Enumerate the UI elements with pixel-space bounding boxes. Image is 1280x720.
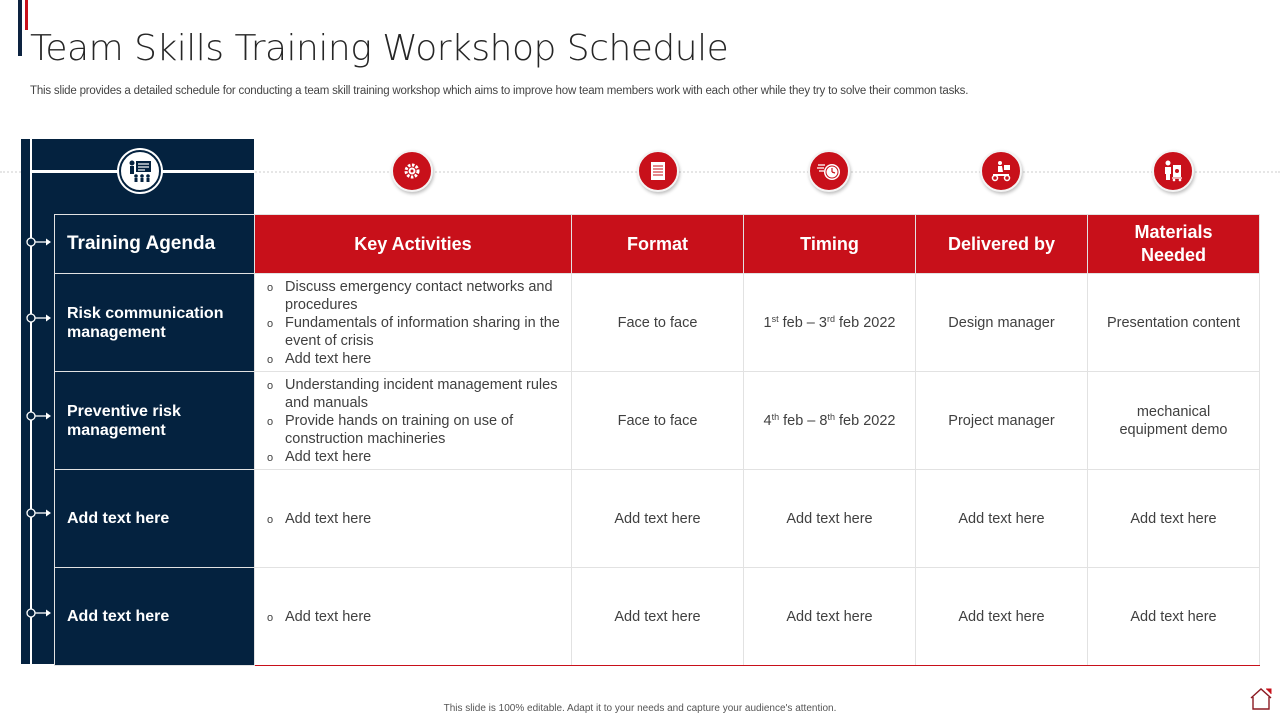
timing-cell: 4th feb – 8th feb 2022 [743,371,916,470]
delivered-by-cell: Add text here [915,469,1088,568]
column-header-training-agenda: Training Agenda [54,214,255,274]
schedule-table: Training Agenda Key Activities Format Ti… [54,214,1260,666]
bullet-icon: o [267,611,274,624]
activities-cell: o Add text here [254,567,572,666]
title-accent-bar-red [25,0,28,30]
activity-text: Add text here [285,510,372,527]
activity-text: Fundamentals of information sharing in t… [285,314,560,349]
timing-cell: Add text here [743,567,916,666]
timing-end-suffix: rd [826,313,835,324]
materials-cell: Presentation content [1087,273,1260,372]
timing-end-rest: feb 2022 [835,412,896,429]
list-item: o Add text here [267,608,563,626]
activities-cell: o Add text here [254,469,572,568]
timing-start-suffix: th [771,411,780,422]
timing-start-rest: feb – [778,314,819,331]
list-item: o Add text here [267,510,563,528]
agenda-cell: Preventive risk management [54,371,255,470]
delivery-scooter-icon [980,150,1022,192]
bullet-icon: o [267,317,274,330]
list-item: o Understanding incident management rules… [267,376,563,412]
format-cell: Face to face [571,273,744,372]
slide-title: Team Skills Training Workshop Schedule [30,28,729,69]
bullet-icon: o [267,353,274,366]
table-header-row: Training Agenda Key Activities Format Ti… [54,214,1260,274]
timing-end-day: 3 [818,314,827,331]
materials-cell: Add text here [1087,469,1260,568]
gear-icon [391,150,433,192]
activity-text: Discuss emergency contact networks and p… [285,278,553,313]
timing-start-day: 4 [763,412,772,429]
timeline-line [30,139,32,664]
timing-start-rest: feb – [779,412,820,429]
delivered-by-cell: Design manager [915,273,1088,372]
activity-text: Add text here [285,448,372,465]
delivered-by-cell: Project manager [915,371,1088,470]
title-accent-bar-navy [18,0,22,56]
timing-start-suffix: st [771,313,779,324]
slide-subtitle: This slide provides a detailed schedule … [30,85,969,97]
timeline-connector-arrow-icon [26,508,51,518]
column-header-timing: Timing [743,214,916,274]
activities-cell: o Discuss emergency contact networks and … [254,273,572,372]
delivered-by-cell: Add text here [915,567,1088,666]
timing-end-suffix: th [827,411,835,422]
timeline-connector-arrow-icon [26,313,51,323]
list-item: o Fundamentals of information sharing in … [267,314,563,350]
table-row: Preventive risk management o Understandin… [54,371,1260,470]
activity-text: Add text here [285,350,372,367]
materials-cell: mechanical equipment demo [1087,371,1260,470]
clock-icon [808,150,850,192]
timing-cell: 1st feb – 3rd feb 2022 [743,273,916,372]
activities-cell: o Understanding incident management rules… [254,371,572,470]
list-item: o Provide hands on training on use of con… [267,412,563,448]
format-cell: Add text here [571,469,744,568]
activities-list: o Add text here [267,510,563,528]
bullet-icon: o [267,281,274,294]
worker-cart-icon [1152,150,1194,192]
column-header-format: Format [571,214,744,274]
activities-list: o Add text here [267,608,563,626]
column-header-delivered-by: Delivered by [915,214,1088,274]
timing-start-day: 1 [763,314,772,331]
table-row: Add text here o Add text here Add text he… [54,469,1260,568]
bullet-icon: o [267,415,274,428]
list-item: o Add text here [267,350,563,368]
list-item: o Add text here [267,448,563,466]
activities-list: o Understanding incident management rules… [267,376,563,466]
materials-cell: Add text here [1087,567,1260,666]
agenda-cell: Add text here [54,469,255,568]
bullet-icon: o [267,451,274,464]
home-icon[interactable] [1248,686,1274,712]
timing-cell: Add text here [743,469,916,568]
timing-end-rest: feb 2022 [835,314,896,331]
bullet-icon: o [267,379,274,392]
agenda-cell: Add text here [54,567,255,666]
activities-list: o Discuss emergency contact networks and … [267,278,563,368]
timeline-connector-arrow-icon [26,608,51,618]
bullet-icon: o [267,513,274,526]
format-cell: Face to face [571,371,744,470]
presentation-icon [119,150,161,192]
format-cell: Add text here [571,567,744,666]
footer-note: This slide is 100% editable. Adapt it to… [443,703,837,714]
document-icon [637,150,679,192]
column-header-key-activities: Key Activities [254,214,572,274]
table-row: Risk communication management o Discuss e… [54,273,1260,372]
timeline-connector-arrow-icon [26,237,51,247]
activity-text: Provide hands on training on use of cons… [285,412,514,447]
column-header-materials-needed: Materials Needed [1087,214,1260,274]
activity-text: Understanding incident management rules … [285,376,558,411]
list-item: o Discuss emergency contact networks and … [267,278,563,314]
agenda-cell: Risk communication management [54,273,255,372]
activity-text: Add text here [285,608,372,625]
timeline-connector-arrow-icon [26,411,51,421]
table-row: Add text here o Add text here Add text he… [54,567,1260,666]
